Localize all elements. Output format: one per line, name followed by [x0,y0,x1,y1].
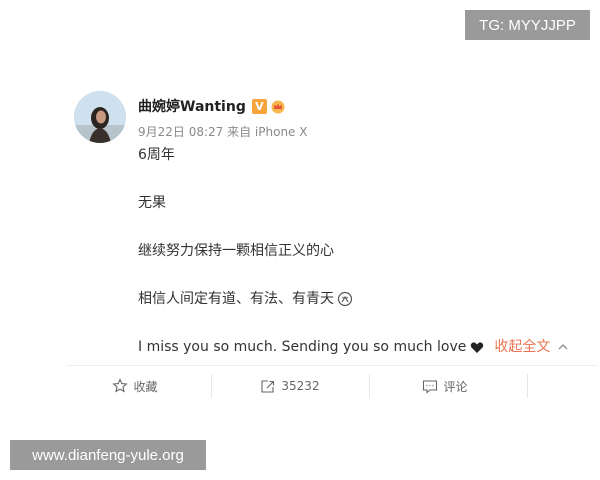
watermark-top: TG: MYYJJPP [465,10,590,40]
content-line-text: I miss you so much. Sending you so much … [138,339,467,355]
comment-button[interactable]: 评论 [365,372,525,400]
watermark-bottom: www.dianfeng-yule.org [10,440,206,470]
crown-icon[interactable] [270,99,286,114]
avatar[interactable] [74,91,126,143]
heart-icon [470,341,484,354]
pray-emoji-icon [337,291,353,307]
favorite-button[interactable]: 收藏 [55,372,215,400]
content-line: 相信人间定有道、有法、有青天 [138,289,353,309]
content-line: 无果 [138,195,166,211]
verified-badge[interactable]: V [251,98,267,114]
action-separator [527,374,528,398]
content-line: I miss you so much. Sending you so much … [138,337,568,357]
collapse-label: 收起全文 [494,339,551,355]
content-line: 继续努力保持一颗相信正义的心 [138,243,334,259]
post-meta[interactable]: 9月22日 08:27 来自 iPhone X [138,123,307,140]
repost-button[interactable]: 35232 [210,372,370,400]
favorite-label: 收藏 [133,379,158,394]
star-icon [112,378,129,393]
repost-count: 35232 [281,379,320,393]
username-row: 曲婉婷Wanting V [138,96,286,116]
chevron-up-icon [558,337,568,357]
content-line: 6周年 [138,147,175,163]
divider [66,365,598,366]
collapse-full-text-link[interactable]: 收起全文 [494,337,568,357]
content-line-text: 相信人间定有道、有法、有青天 [138,291,334,307]
action-bar: 收藏 35232 评论 [55,372,585,400]
comment-icon [423,379,438,394]
comment-label: 评论 [443,379,468,394]
avatar-image [74,91,126,143]
username[interactable]: 曲婉婷Wanting [138,96,246,116]
repost-icon [261,379,275,393]
